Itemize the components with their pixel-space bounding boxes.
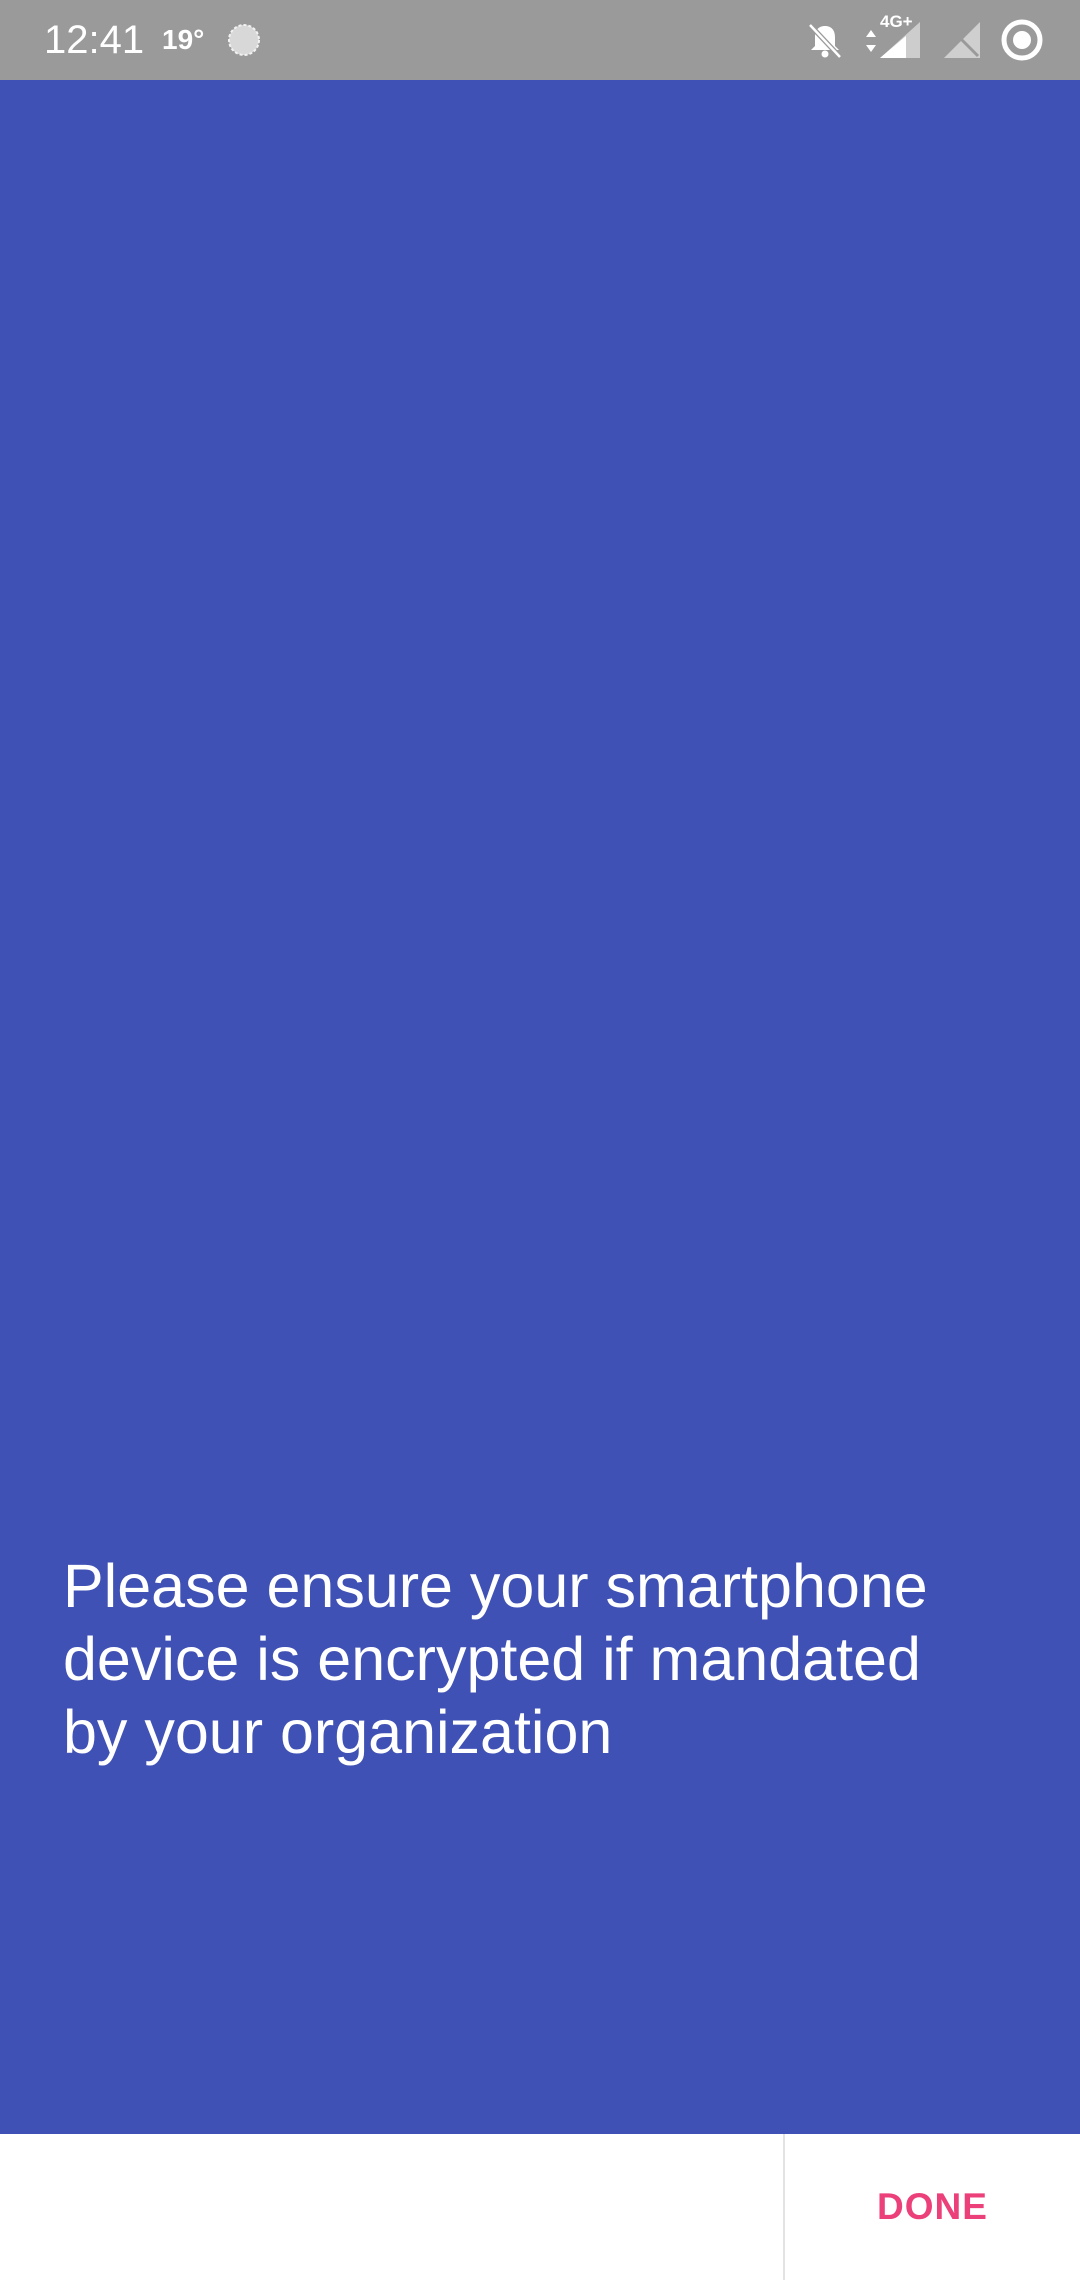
- no-sim-signal-icon: [944, 22, 980, 58]
- status-time: 12:41: [44, 18, 145, 62]
- bottom-bar: DONE: [0, 2134, 1080, 2280]
- weather-sun-icon: [228, 24, 260, 56]
- status-temperature: 19°: [162, 24, 205, 55]
- status-bar: 12:41 19° 4G+: [0, 0, 1080, 80]
- done-button[interactable]: DONE: [785, 2134, 1080, 2280]
- status-icons: 4G+: [780, 0, 1080, 80]
- record-icon: [1001, 19, 1043, 61]
- notifications-off-icon: [808, 23, 842, 59]
- encryption-message: Please ensure your smartphone device is …: [63, 1552, 928, 1766]
- network-type-label: 4G+: [880, 12, 913, 31]
- intro-slide: Please ensure your smartphone device is …: [0, 80, 1080, 2134]
